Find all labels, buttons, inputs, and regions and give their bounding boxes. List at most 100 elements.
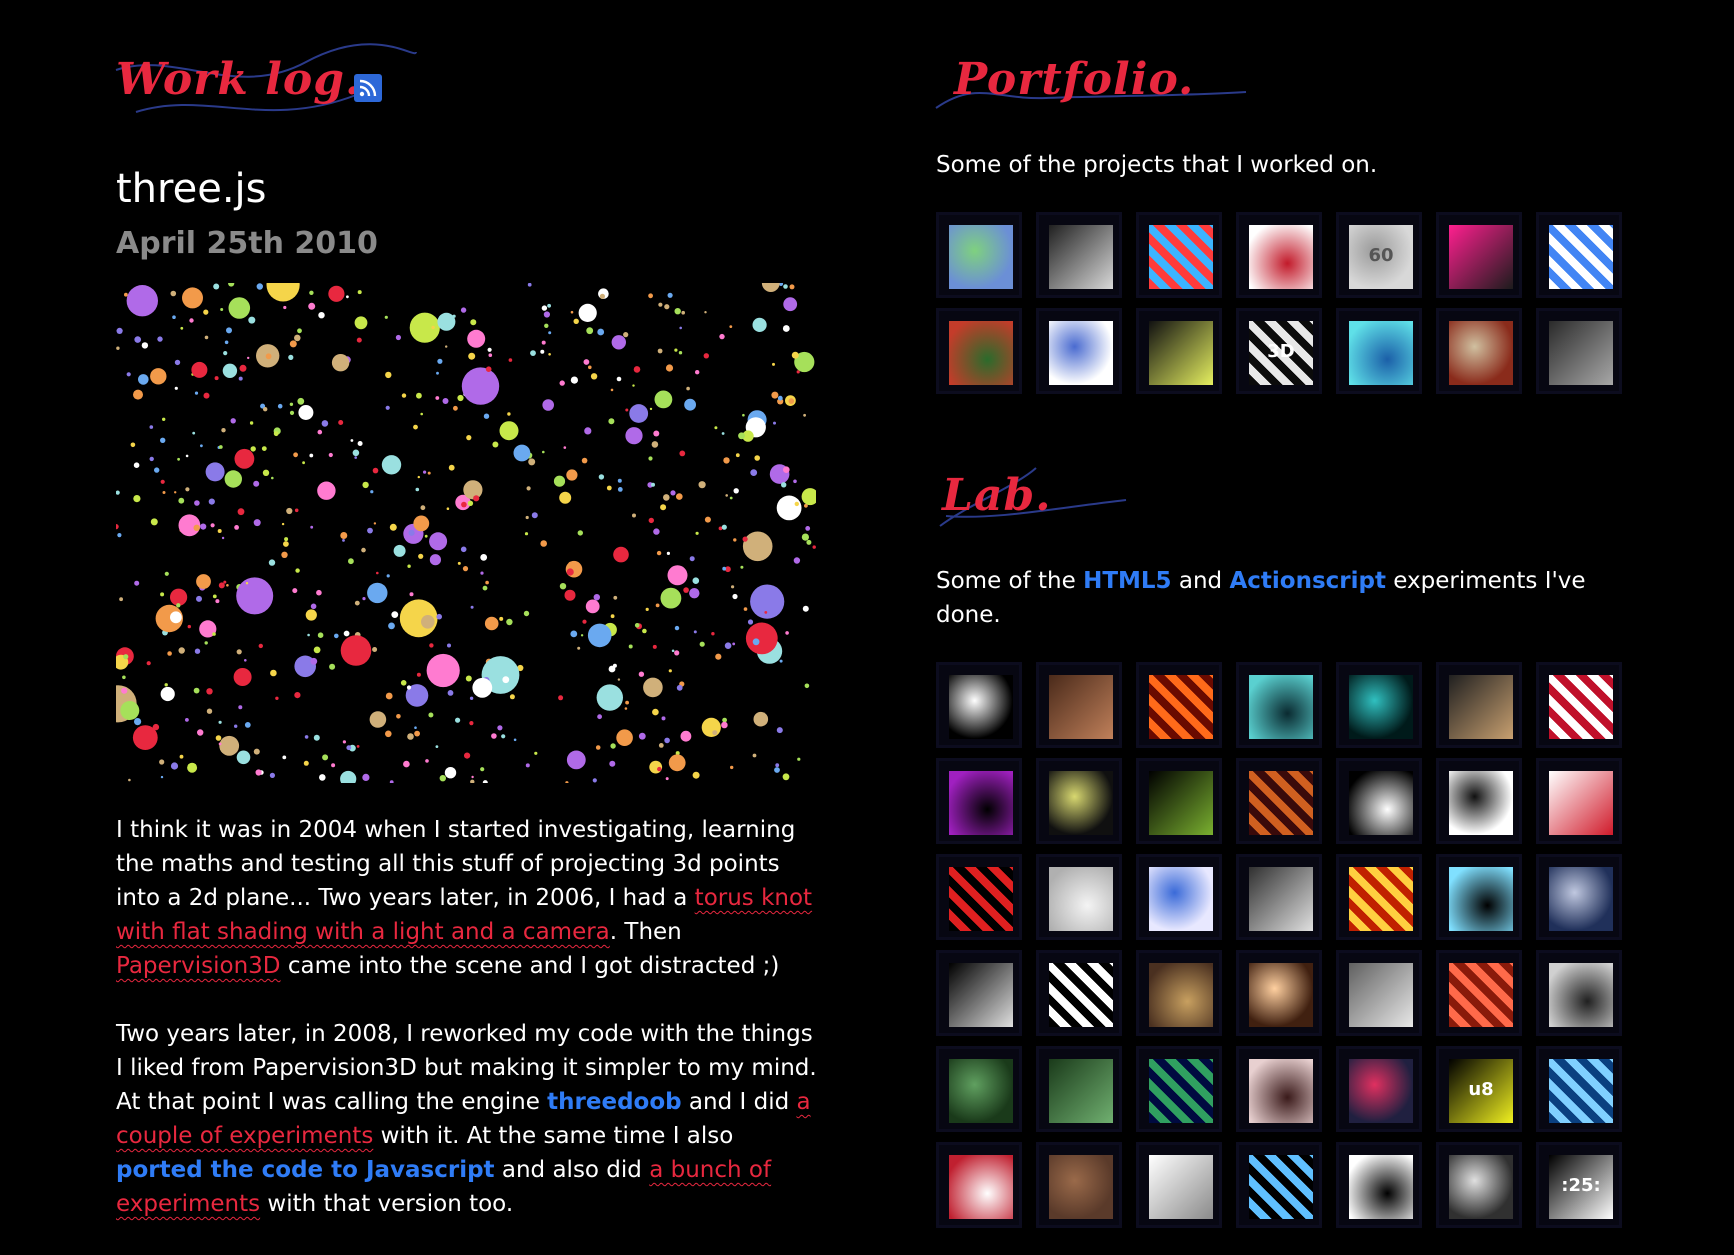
particle [467, 500, 474, 506]
portfolio-thumb-3[interactable] [1136, 212, 1222, 298]
portfolio-thumb-13[interactable] [1436, 308, 1522, 394]
lab-thumb-32[interactable] [1236, 1046, 1322, 1132]
particle [116, 490, 120, 495]
lab-thumb-16[interactable] [1036, 854, 1122, 940]
portfolio-thumb-9[interactable] [1036, 308, 1122, 394]
lab-thumb-14[interactable] [1536, 758, 1622, 844]
portfolio-thumb-8[interactable] [936, 308, 1022, 394]
particle [663, 494, 670, 501]
particle [313, 734, 320, 741]
portfolio-heading: Portfolio. [935, 40, 1636, 130]
particle [488, 353, 493, 357]
portfolio-thumb-5[interactable]: 60 [1336, 212, 1422, 298]
lab-thumb-23[interactable] [1036, 950, 1122, 1036]
portfolio-thumb-1[interactable] [936, 212, 1022, 298]
lab-thumb-26[interactable] [1336, 950, 1422, 1036]
lab-title: Lab. [942, 470, 1052, 521]
particle [462, 566, 469, 572]
lab-thumb-image [1149, 1155, 1213, 1219]
particle [660, 587, 682, 609]
lab-thumb-5[interactable] [1336, 662, 1422, 748]
lab-thumb-35[interactable] [1536, 1046, 1622, 1132]
portfolio-thumb-image [1449, 225, 1513, 289]
particle [628, 644, 633, 649]
papervision3d-link[interactable]: Papervision3D [116, 953, 281, 979]
lab-thumb-24[interactable] [1136, 950, 1222, 1036]
actionscript-link[interactable]: Actionscript [1229, 568, 1386, 594]
particle [453, 405, 458, 411]
lab-thumb-28[interactable] [1536, 950, 1622, 1036]
particle [425, 759, 429, 763]
particle [528, 458, 536, 466]
lab-thumb-27[interactable] [1436, 950, 1522, 1036]
particle [409, 592, 414, 597]
particle [578, 303, 597, 322]
ported-javascript-link[interactable]: ported the code to Javascript [116, 1157, 495, 1183]
lab-thumb-20[interactable] [1436, 854, 1522, 940]
lab-thumb-19[interactable] [1336, 854, 1422, 940]
lab-thumb-15[interactable] [936, 854, 1022, 940]
portfolio-thumb-2[interactable] [1036, 212, 1122, 298]
lab-thumb-38[interactable] [1136, 1142, 1222, 1228]
particle [471, 775, 474, 779]
lab-thumb-29[interactable] [936, 1046, 1022, 1132]
particle [543, 311, 550, 318]
lab-thumb-40[interactable] [1336, 1142, 1422, 1228]
lab-thumb-37[interactable] [1036, 1142, 1122, 1228]
lab-thumb-42[interactable]: :25: [1536, 1142, 1622, 1228]
particle [221, 428, 226, 433]
lab-thumb-17[interactable] [1136, 854, 1222, 940]
portfolio-thumb-7[interactable] [1536, 212, 1622, 298]
lab-thumb-2[interactable] [1036, 662, 1122, 748]
particle [446, 507, 450, 510]
lab-thumb-31[interactable] [1136, 1046, 1222, 1132]
lab-thumb-30[interactable] [1036, 1046, 1122, 1132]
particle [357, 441, 363, 446]
lab-thumb-18[interactable] [1236, 854, 1322, 940]
lab-thumb-6[interactable] [1436, 662, 1522, 748]
portfolio-thumb-4[interactable] [1236, 212, 1322, 298]
lab-thumb-4[interactable] [1236, 662, 1322, 748]
lab-thumb-13[interactable] [1436, 758, 1522, 844]
portfolio-thumb-6[interactable] [1436, 212, 1522, 298]
lab-thumb-1[interactable] [936, 662, 1022, 748]
particle [608, 418, 615, 425]
lab-thumb-11[interactable] [1236, 758, 1322, 844]
lab-thumb-21[interactable] [1536, 854, 1622, 940]
particle [692, 771, 700, 779]
lab-thumb-41[interactable] [1436, 1142, 1522, 1228]
rss-icon[interactable] [354, 74, 382, 102]
particle [722, 566, 727, 571]
portfolio-thumb-image [1349, 321, 1413, 385]
portfolio-thumb-10[interactable] [1136, 308, 1222, 394]
particle [436, 613, 443, 620]
lab-thumb-12[interactable] [1336, 758, 1422, 844]
particle [526, 486, 531, 491]
particle [162, 417, 166, 421]
particle [316, 589, 322, 596]
lab-thumb-7[interactable] [1536, 662, 1622, 748]
lab-thumb-34[interactable]: u8 [1436, 1046, 1522, 1132]
portfolio-thumb-11[interactable]: 3D [1236, 308, 1322, 394]
particle [307, 633, 310, 637]
html5-link[interactable]: HTML5 [1083, 568, 1172, 594]
lab-thumb-25[interactable] [1236, 950, 1322, 1036]
lab-thumb-22[interactable] [936, 950, 1022, 1036]
lab-thumb-9[interactable] [1036, 758, 1122, 844]
lab-thumb-8[interactable] [936, 758, 1022, 844]
post-title[interactable]: three.js [116, 166, 816, 212]
post-date: April 25th 2010 [116, 226, 378, 261]
particle [623, 332, 629, 338]
particle [651, 441, 659, 448]
particle [124, 292, 128, 297]
lab-thumb-39[interactable] [1236, 1142, 1322, 1228]
threedoob-link[interactable]: threedoob [547, 1089, 681, 1115]
particle [583, 359, 590, 365]
portfolio-thumb-14[interactable] [1536, 308, 1622, 394]
portfolio-thumb-12[interactable] [1336, 308, 1422, 394]
lab-thumb-3[interactable] [1136, 662, 1222, 748]
lab-thumb-33[interactable] [1336, 1046, 1422, 1132]
particle [568, 561, 573, 566]
lab-thumb-10[interactable] [1136, 758, 1222, 844]
lab-thumb-36[interactable] [936, 1142, 1022, 1228]
